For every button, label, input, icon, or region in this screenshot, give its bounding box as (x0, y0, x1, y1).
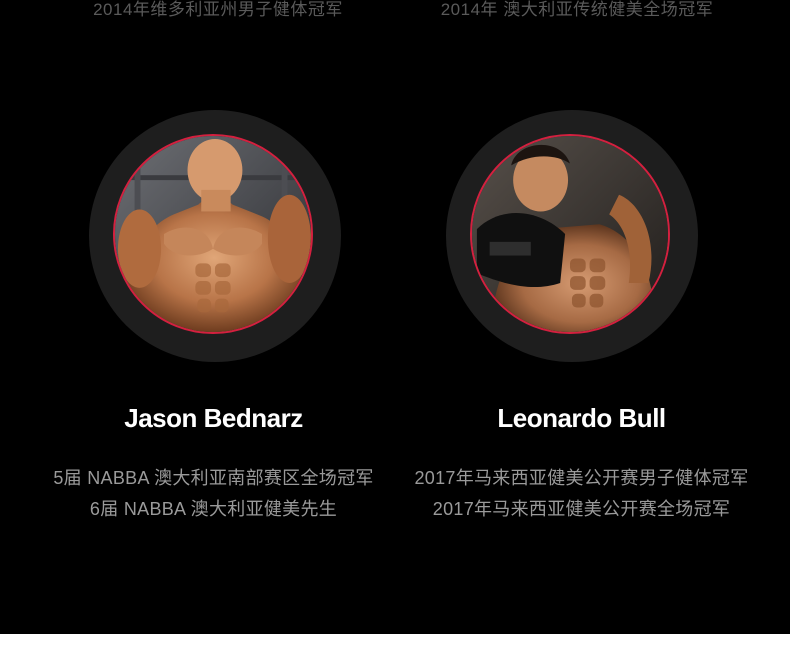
avatar-ring (89, 110, 341, 362)
athlete-name: Leonardo Bull (497, 403, 666, 433)
athletes-panel: 2014年维多利亚州男子健体冠军 2014年 澳大利亚传统健美全场冠军 Jaso… (0, 0, 790, 634)
athlete-card-jason: Jason Bednarz 5届 NABBA 澳大利亚南部赛区全场冠军 6届 N… (16, 0, 411, 634)
athlete-titles: 2017年马来西亚健美公开赛男子健体冠军 2017年马来西亚健美公开赛全场冠军 (384, 463, 779, 525)
athlete-name: Jason Bednarz (124, 403, 303, 433)
athlete-card-leonardo: Leonardo Bull 2017年马来西亚健美公开赛男子健体冠军 2017年… (384, 0, 779, 634)
athlete-title-line: 6届 NABBA 澳大利亚健美先生 (89, 499, 338, 519)
athlete-photo-leonardo (470, 134, 670, 334)
athlete-photo-jason (113, 134, 313, 334)
athlete-titles: 5届 NABBA 澳大利亚南部赛区全场冠军 6届 NABBA 澳大利亚健美先生 (16, 463, 411, 525)
avatar-ring (446, 110, 698, 362)
athlete-title-line: 5届 NABBA 澳大利亚南部赛区全场冠军 (53, 468, 374, 488)
athlete-title-line: 2017年马来西亚健美公开赛全场冠军 (432, 499, 731, 519)
athlete-title-line: 2017年马来西亚健美公开赛男子健体冠军 (414, 468, 749, 488)
